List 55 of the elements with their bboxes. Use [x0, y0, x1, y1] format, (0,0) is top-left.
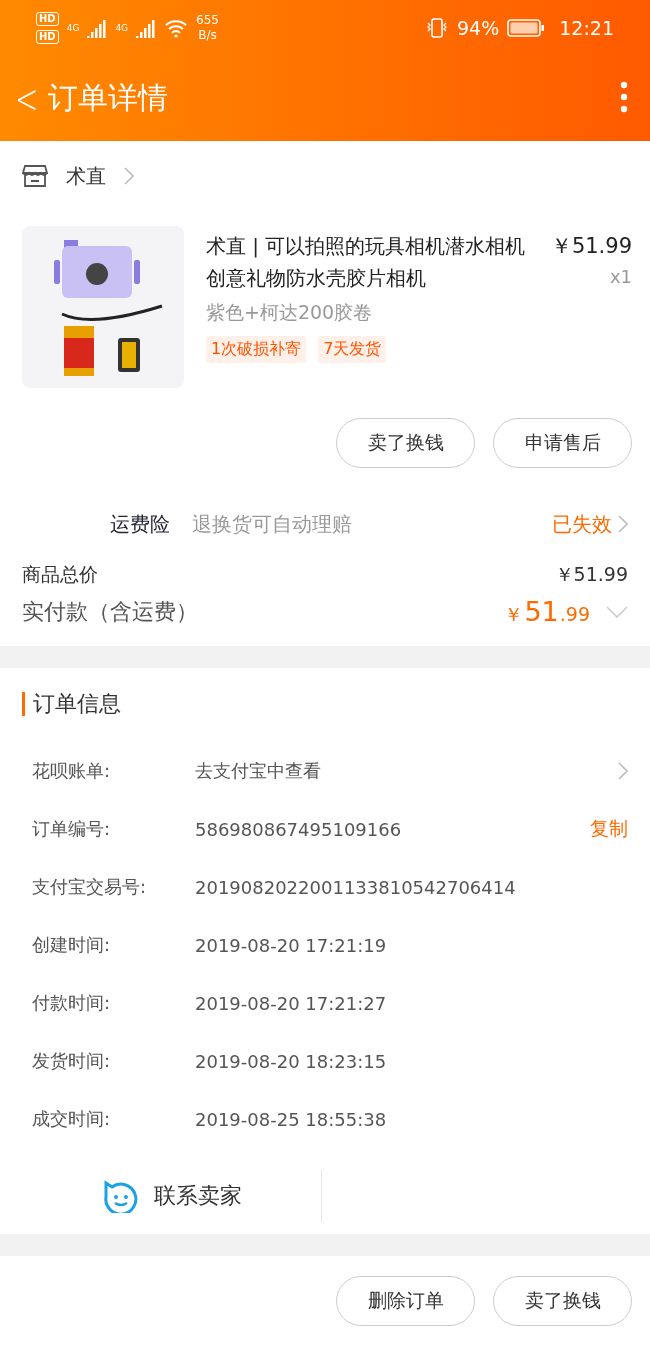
info-label: 成交时间: [32, 1107, 112, 1131]
network-label: 4G [66, 23, 80, 33]
insurance-description: 退换货可自动理赔 [192, 510, 353, 538]
speed-value: 655 [196, 13, 219, 28]
goods-total-value: ￥51.99 [554, 562, 628, 587]
info-value: 2019082022001133810542706414 [195, 876, 517, 898]
info-value: 2019-08-25 18:55:38 [195, 1108, 388, 1130]
network-label: 4G [115, 23, 129, 33]
page-title: 订单详情 [47, 79, 168, 117]
action-button[interactable]: 卖了换钱 [336, 418, 475, 468]
signal-icon [87, 18, 108, 38]
wifi-icon [164, 18, 189, 38]
battery-percent: 94% [457, 17, 500, 39]
info-label: 花呗账单: [32, 759, 112, 783]
service-tag: 1次破损补寄 [206, 336, 307, 363]
chevron-down-icon[interactable] [606, 606, 628, 618]
clock-time: 12:21 [559, 17, 614, 39]
currency-symbol: ￥ [504, 602, 524, 627]
info-label: 支付宝交易号: [32, 875, 148, 899]
service-tag: 7天发货 [318, 336, 387, 363]
battery-icon [507, 19, 546, 37]
info-value: 2019-08-20 17:21:19 [195, 934, 388, 956]
info-value: 586980867495109166 [195, 818, 403, 840]
speed-unit: B/s [198, 28, 217, 43]
action-button[interactable]: 删除订单 [336, 1276, 475, 1326]
action-button[interactable]: 卖了换钱 [493, 1276, 632, 1326]
product-variant: 紫色+柯达200胶卷 [206, 300, 374, 325]
contact-seller-button[interactable]: 联系卖家 [22, 1170, 322, 1222]
shop-name[interactable]: 术直 [66, 162, 106, 190]
info-label: 订单编号: [32, 817, 112, 841]
chevron-right-icon [124, 167, 134, 185]
shop-icon [22, 164, 48, 188]
info-value: 2019-08-20 17:21:27 [195, 992, 388, 1014]
sim-label: HD [36, 12, 59, 26]
info-value: 2019-08-20 18:23:15 [195, 1050, 388, 1072]
product-quantity: x1 [609, 266, 632, 287]
section-title: 订单信息 [22, 692, 628, 716]
paid-amount: 51 [524, 596, 559, 627]
chevron-right-icon [618, 515, 628, 533]
goods-total-label: 商品总价 [22, 562, 98, 587]
product-price: ￥51.99 [550, 233, 632, 260]
smiley-chat-icon [101, 1179, 138, 1213]
info-label: 创建时间: [32, 933, 112, 957]
action-button[interactable]: 申请售后 [493, 418, 632, 468]
signal-icon [136, 18, 157, 38]
sim-label: HD [36, 30, 59, 44]
insurance-label: 运费险 [110, 510, 170, 538]
chevron-right-icon [618, 762, 628, 780]
vibrate-icon [425, 17, 449, 39]
product-title[interactable]: 术直 | 可以拍照的玩具相机潜水相机创意礼物防水壳胶片相机 [206, 230, 541, 294]
paid-label: 实付款（含运费） [22, 598, 198, 626]
info-label: 付款时间: [32, 991, 112, 1015]
info-label: 发货时间: [32, 1049, 112, 1073]
paid-decimal: .99 [559, 603, 590, 625]
info-value[interactable]: 去支付宝中查看 [195, 759, 618, 783]
